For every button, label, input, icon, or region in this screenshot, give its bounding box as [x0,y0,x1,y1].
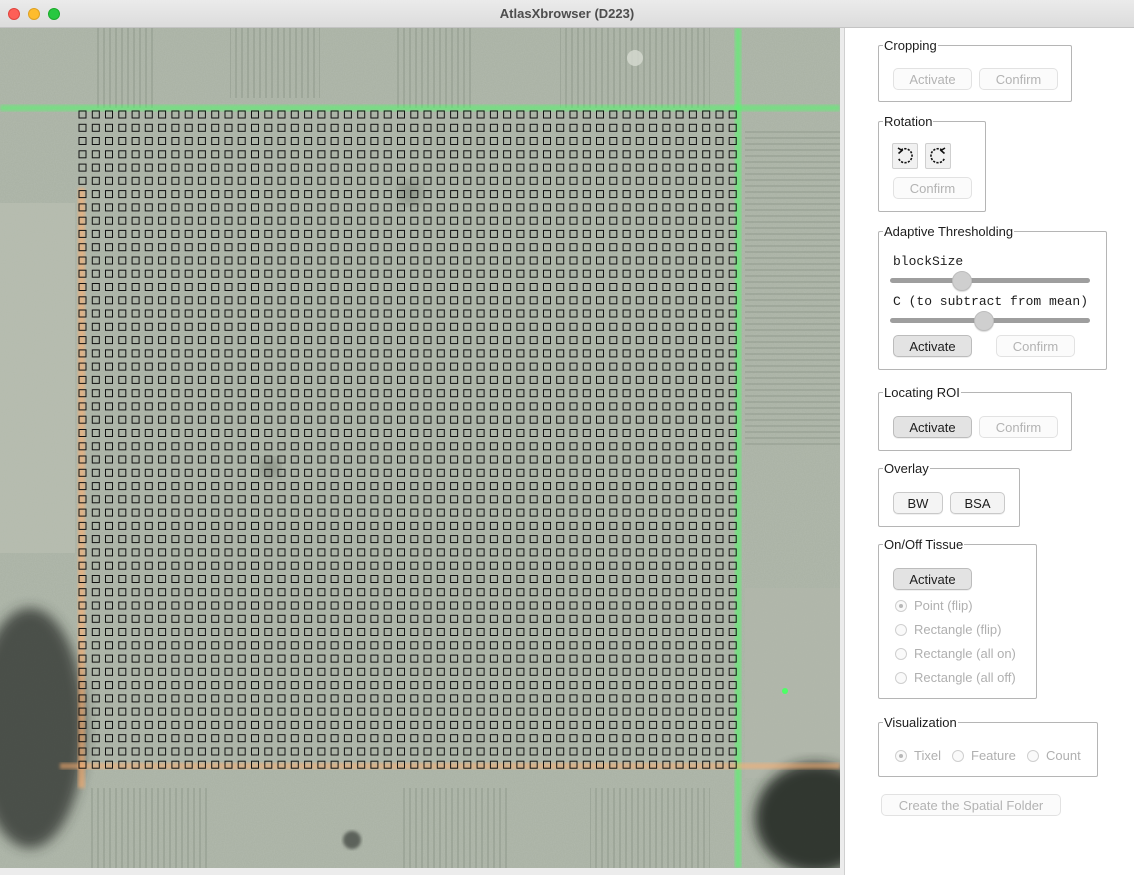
blocksize-label: blockSize [893,254,964,269]
roi-legend: Locating ROI [884,385,960,400]
tissue-option-label: Point (flip) [914,598,973,613]
tissue-option-rectangle-all-off[interactable]: Rectangle (all off) [895,670,1016,685]
cropping-activate-button[interactable]: Activate [893,68,972,90]
create-spatial-folder-button[interactable]: Create the Spatial Folder [881,794,1061,816]
radio-button[interactable] [895,647,907,660]
visualization-legend: Visualization [884,715,957,730]
visualization-option-label: Count [1046,748,1081,763]
visualization-option-tixel[interactable]: Tixel [895,748,941,763]
radio-button[interactable] [952,749,964,762]
thresholding-confirm-button[interactable]: Confirm [996,335,1075,357]
tissue-option-point-flip[interactable]: Point (flip) [895,598,973,613]
tissue-option-rectangle-all-on[interactable]: Rectangle (all on) [895,646,1016,661]
radio-button[interactable] [1027,749,1039,762]
thresholding-activate-button[interactable]: Activate [893,335,972,357]
visualization-group: Visualization [878,715,1098,777]
rotation-confirm-button[interactable]: Confirm [893,177,972,199]
visualization-option-feature[interactable]: Feature [952,748,1016,763]
control-panel: Cropping Activate Confirm Rotation Confi… [844,28,1134,875]
roi-activate-button[interactable]: Activate [893,416,972,438]
tissue-legend: On/Off Tissue [884,537,964,552]
tissue-option-label: Rectangle (all off) [914,670,1016,685]
radio-button[interactable] [895,623,907,636]
cropping-confirm-button[interactable]: Confirm [979,68,1058,90]
tissue-image[interactable] [0,28,840,868]
overlay-bw-button[interactable]: BW [893,492,943,514]
visualization-option-label: Tixel [914,748,941,763]
radio-button[interactable] [895,671,907,684]
blocksize-slider[interactable] [890,278,1090,283]
c-constant-label: C (to subtract from mean) [893,294,1089,309]
roi-confirm-button[interactable]: Confirm [979,416,1058,438]
radio-button[interactable] [895,749,907,762]
tissue-option-rectangle-flip[interactable]: Rectangle (flip) [895,622,1001,637]
overlay-bsa-button[interactable]: BSA [950,492,1005,514]
radio-button[interactable] [895,599,907,612]
rotation-legend: Rotation [884,114,933,129]
tissue-option-label: Rectangle (all on) [914,646,1016,661]
visualization-option-count[interactable]: Count [1027,748,1081,763]
title-bar: AtlasXbrowser (D223) [0,0,1134,28]
rotate-clockwise-button[interactable] [925,143,951,169]
visualization-option-label: Feature [971,748,1016,763]
rotate-clockwise-icon [930,147,946,164]
cropping-legend: Cropping [884,38,937,53]
blocksize-slider-knob[interactable] [952,271,972,291]
rotate-counterclockwise-button[interactable] [892,143,918,169]
tissue-activate-button[interactable]: Activate [893,568,972,590]
overlay-legend: Overlay [884,461,929,476]
window-title: AtlasXbrowser (D223) [499,6,635,21]
tissue-option-label: Rectangle (flip) [914,622,1002,637]
rotate-counterclockwise-icon [897,147,913,164]
c-constant-slider-knob[interactable] [974,311,994,331]
thresholding-legend: Adaptive Thresholding [884,224,1014,239]
image-canvas[interactable] [0,28,840,868]
